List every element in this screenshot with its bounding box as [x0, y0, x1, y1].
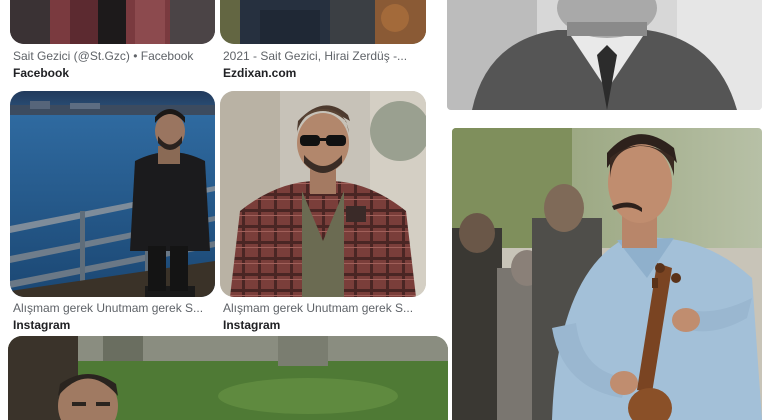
result-caption[interactable]: 2021 - Sait Gezici, Hirai Zerdüş -... [223, 49, 426, 64]
result-source[interactable]: Instagram [13, 318, 215, 333]
image-result-card[interactable] [447, 0, 762, 110]
image-result-card[interactable] [8, 336, 448, 420]
image-result-card[interactable]: Sait Gezici (@St.Gzc) • Facebook Faceboo… [10, 0, 215, 80]
image-thumbnail[interactable] [220, 0, 426, 44]
result-caption[interactable]: Alışmam gerek Unutmam gerek S... [13, 301, 215, 316]
image-result-card[interactable]: 2021 - Sait Gezici, Hirai Zerdüş -... Ez… [220, 0, 426, 80]
result-source[interactable]: Facebook [13, 66, 215, 81]
result-caption[interactable]: Sait Gezici (@St.Gzc) • Facebook [13, 49, 215, 64]
image-thumbnail[interactable] [452, 128, 762, 420]
results-grid-right [440, 0, 768, 420]
image-result-card[interactable] [452, 128, 762, 420]
result-source[interactable]: Instagram [223, 318, 426, 333]
result-caption[interactable]: Alışmam gerek Unutmam gerek S... [223, 301, 426, 316]
results-grid-left: Sait Gezici (@St.Gzc) • Facebook Faceboo… [0, 0, 448, 420]
image-thumbnail[interactable] [447, 0, 762, 110]
image-thumbnail[interactable] [8, 336, 448, 420]
image-thumbnail[interactable] [10, 0, 215, 44]
result-source[interactable]: Ezdixan.com [223, 66, 426, 81]
image-result-card[interactable]: Alışmam gerek Unutmam gerek S... Instagr… [10, 91, 215, 333]
image-result-card[interactable]: Alışmam gerek Unutmam gerek S... Instagr… [220, 91, 426, 333]
image-thumbnail[interactable] [220, 91, 426, 297]
image-thumbnail[interactable] [10, 91, 215, 297]
